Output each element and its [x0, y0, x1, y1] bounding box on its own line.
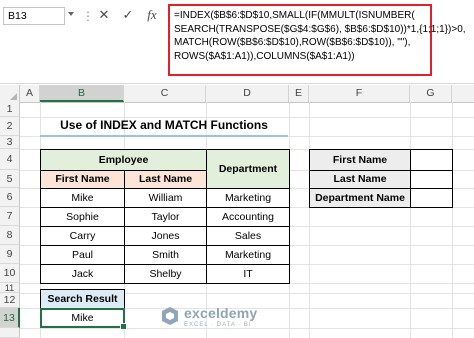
formula-bar-area: B13 ⋮ ✕ ✓ fx =INDEX($B$6:$D$10,SMALL(IF(… [0, 0, 474, 84]
criteria-department-label[interactable]: Department Name [309, 188, 411, 208]
last-name-cell[interactable]: William [124, 188, 207, 208]
last-name-cell[interactable]: Smith [124, 245, 207, 265]
chevron-down-icon[interactable] [68, 12, 74, 16]
department-cell[interactable]: Marketing [206, 245, 290, 265]
row-header-5[interactable]: 5 [0, 170, 20, 188]
fill-handle[interactable] [120, 323, 127, 330]
column-header-e[interactable]: E [289, 85, 309, 102]
last-name-cell[interactable]: Taylor [124, 207, 207, 227]
insert-function-button[interactable]: fx [144, 7, 160, 23]
department-cell[interactable]: Accounting [206, 207, 290, 227]
row-header-4[interactable]: 4 [0, 149, 20, 170]
more-options-icon: ⋮ [82, 9, 94, 23]
column-header-d[interactable]: D [206, 85, 289, 102]
column-header-f[interactable]: F [309, 85, 410, 102]
row-header-12[interactable]: 12 [0, 293, 20, 308]
formula-line: =INDEX($B$6:$D$10,SMALL(IF(MMULT(ISNUMBE… [174, 10, 415, 21]
formula-line: ROWS($A$1:A1)),COLUMNS($A$1:A1)) [174, 50, 355, 62]
formula-line: SEARCH(TRANSPOSE($G$4:$G$6), $B$6:$D$10)… [174, 23, 466, 35]
column-header-c[interactable]: C [124, 85, 206, 102]
column-header-overflow[interactable] [452, 85, 474, 102]
last-name-header[interactable]: Last Name [124, 170, 207, 189]
department-cell[interactable]: Sales [206, 226, 290, 246]
column-header-a[interactable]: A [20, 85, 40, 102]
row-header-13[interactable]: 13 [0, 308, 20, 328]
row-header-7[interactable]: 7 [0, 207, 20, 226]
formula-line: MATCH(ROW($B$6:$D$10),ROW($B$6:$D$10)), … [174, 37, 411, 48]
gridline [452, 102, 453, 338]
first-name-cell[interactable]: Mike [40, 188, 125, 208]
row-header-3[interactable]: 3 [0, 136, 20, 149]
enter-formula-button[interactable]: ✓ [120, 7, 136, 23]
criteria-first-name-value[interactable] [410, 149, 453, 171]
gridline [410, 102, 411, 338]
employee-group-header[interactable]: Employee [40, 149, 207, 171]
row-header-8[interactable]: 8 [0, 226, 20, 245]
divider [0, 83, 474, 84]
formula-input[interactable]: =INDEX($B$6:$D$10,SMALL(IF(MMULT(ISNUMBE… [168, 4, 466, 76]
row-header-1[interactable]: 1 [0, 102, 20, 117]
name-box[interactable]: B13 [3, 7, 65, 25]
row-header-2[interactable]: 2 [0, 117, 20, 136]
gridline [20, 328, 474, 329]
row-header-6[interactable]: 6 [0, 188, 20, 207]
row-header-14[interactable] [0, 328, 20, 338]
exceldemy-logo-icon [162, 307, 178, 325]
first-name-cell[interactable]: Sophie [40, 207, 125, 227]
row-header-10[interactable]: 10 [0, 264, 20, 283]
column-header-g[interactable]: G [410, 85, 452, 102]
row-header-9[interactable]: 9 [0, 245, 20, 264]
row-header-11[interactable]: 11 [0, 283, 20, 293]
criteria-first-name-label[interactable]: First Name [309, 149, 411, 171]
department-cell[interactable]: Marketing [206, 188, 290, 208]
first-name-cell[interactable]: Jack [40, 264, 125, 284]
department-cell[interactable]: IT [206, 264, 290, 284]
last-name-cell[interactable]: Shelby [124, 264, 207, 284]
search-result-value[interactable]: Mike [40, 308, 125, 328]
logo-name: exceldemy [184, 305, 258, 321]
logo-tagline: EXCEL · DATA · BI [184, 322, 252, 328]
cancel-formula-button[interactable]: ✕ [96, 7, 112, 23]
select-all-button[interactable] [0, 85, 20, 102]
first-name-cell[interactable]: Paul [40, 245, 125, 265]
first-name-cell[interactable]: Carry [40, 226, 125, 246]
search-result-header[interactable]: Search Result [40, 289, 125, 309]
column-header-b[interactable]: B [40, 85, 124, 102]
first-name-header[interactable]: First Name [40, 170, 125, 189]
last-name-cell[interactable]: Jones [124, 226, 207, 246]
criteria-department-value[interactable] [410, 188, 453, 208]
criteria-last-name-value[interactable] [410, 170, 453, 189]
criteria-last-name-label[interactable]: Last Name [309, 170, 411, 189]
gridline [309, 102, 310, 338]
sheet-title[interactable]: Use of INDEX and MATCH Functions [40, 116, 288, 137]
department-header[interactable]: Department [206, 149, 290, 189]
select-all-icon [10, 93, 17, 100]
